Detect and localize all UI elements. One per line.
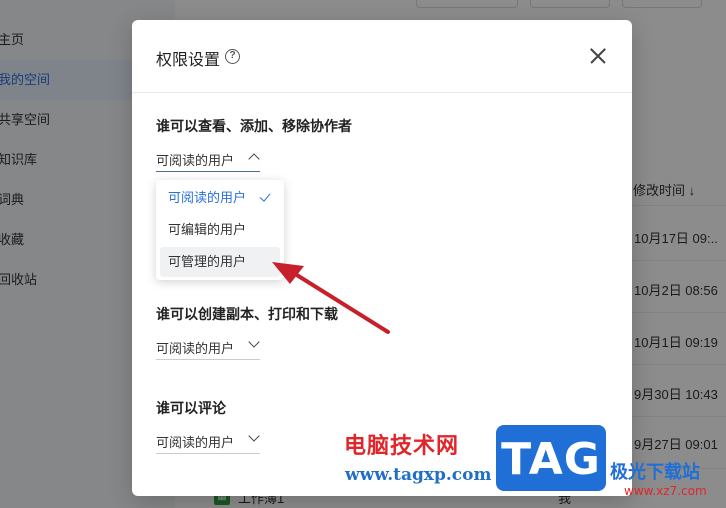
option-managers[interactable]: 可管理的用户: [160, 247, 280, 277]
watermark-logo: TAG: [496, 425, 606, 491]
question-circle-icon[interactable]: ?: [225, 49, 240, 64]
chevron-up-icon: [248, 153, 260, 165]
watermark-logo-text: TAG: [501, 434, 601, 485]
chevron-down-icon: [248, 430, 260, 442]
dialog-title: 权限设置: [156, 52, 221, 69]
checkmark-icon: [259, 190, 271, 202]
collaborators-permission-select[interactable]: 可阅读的用户: [156, 144, 260, 172]
section-label-comment: 谁可以评论: [156, 400, 226, 416]
select-value: 可阅读的用户: [156, 435, 235, 450]
copy-print-download-permission-select[interactable]: 可阅读的用户: [156, 332, 260, 360]
permission-dropdown-menu: 可阅读的用户 可编辑的用户 可管理的用户: [156, 180, 284, 280]
watermark-side-name: 极光下载站: [610, 462, 700, 483]
comment-permission-select[interactable]: 可阅读的用户: [156, 426, 260, 454]
select-value: 可阅读的用户: [156, 341, 235, 356]
dialog-header: 权限设置 ?: [132, 20, 632, 93]
option-label: 可阅读的用户: [168, 190, 247, 205]
close-icon[interactable]: [586, 44, 610, 68]
watermark-site-url: www.tagxp.com: [345, 465, 492, 485]
option-readers[interactable]: 可阅读的用户: [160, 183, 280, 213]
watermark-side-url: www.xz7.com: [624, 484, 707, 498]
annotation-arrow-icon: [272, 262, 390, 334]
watermark-site-name: 电脑技术网: [344, 434, 460, 459]
option-label: 可编辑的用户: [168, 222, 247, 237]
chevron-down-icon: [248, 336, 260, 348]
select-value: 可阅读的用户: [156, 153, 235, 168]
option-label: 可管理的用户: [168, 254, 247, 269]
option-editors[interactable]: 可编辑的用户: [160, 215, 280, 245]
section-label-collaborators: 谁可以查看、添加、移除协作者: [156, 118, 352, 134]
